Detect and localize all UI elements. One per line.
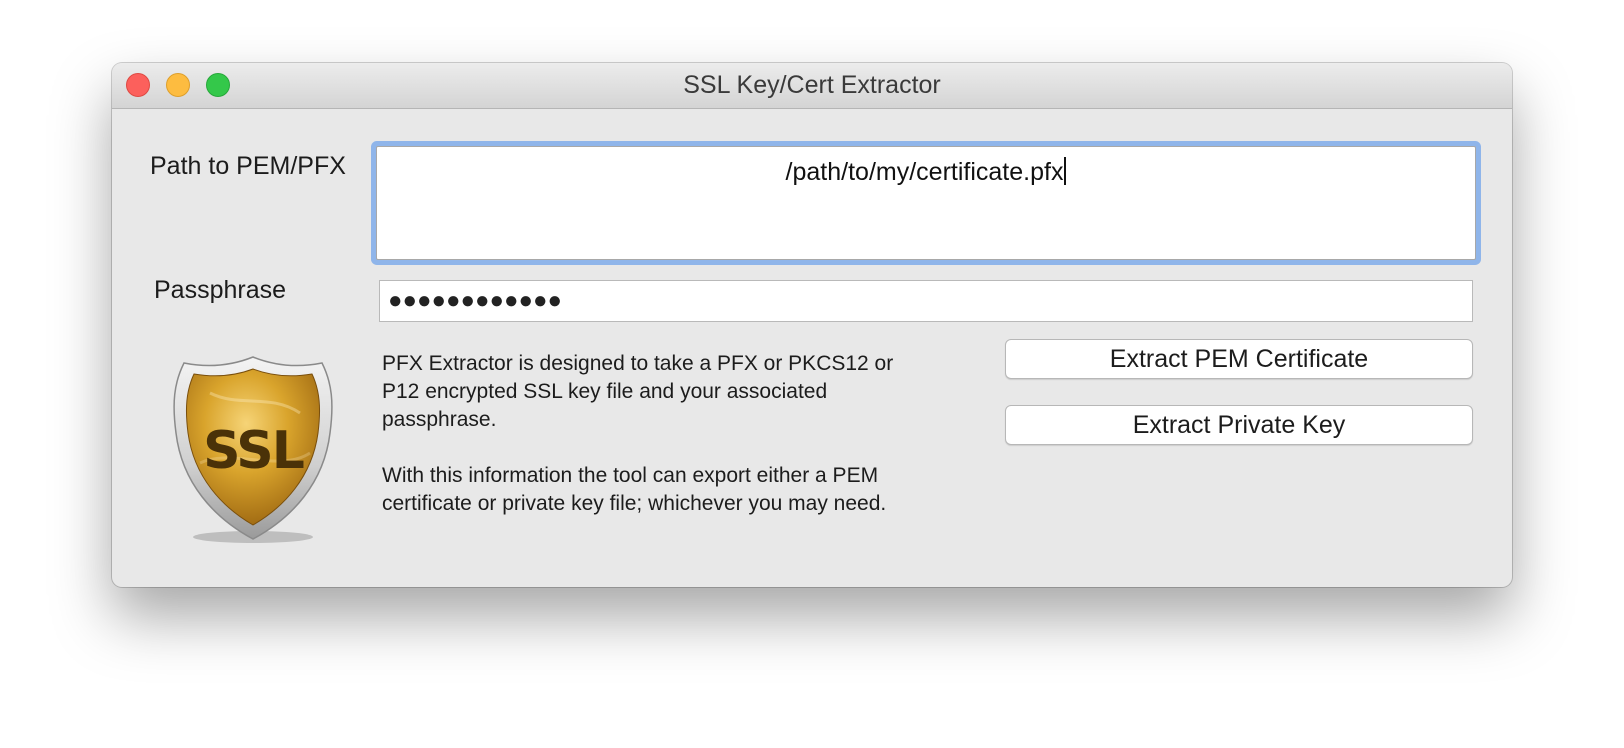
- description-paragraph-2: With this information the tool can expor…: [382, 464, 887, 515]
- description-paragraph-1: PFX Extractor is designed to take a PFX …: [382, 352, 894, 431]
- title-bar[interactable]: SSL Key/Cert Extractor: [112, 63, 1512, 109]
- passphrase-masked-value: ●●●●●●●●●●●●: [388, 287, 562, 314]
- window-title: SSL Key/Cert Extractor: [683, 71, 941, 99]
- extract-pem-certificate-button[interactable]: Extract PEM Certificate: [1005, 339, 1473, 379]
- app-window: SSL Key/Cert Extractor Path to PEM/PFX /…: [112, 63, 1512, 587]
- text-caret: [1064, 157, 1067, 185]
- path-input-value: /path/to/my/certificate.pfx: [377, 157, 1475, 187]
- path-label: Path to PEM/PFX: [150, 152, 346, 180]
- path-input[interactable]: /path/to/my/certificate.pfx: [376, 146, 1476, 260]
- description-text: PFX Extractor is designed to take a PFX …: [382, 350, 922, 518]
- ssl-shield-icon: SSL: [170, 353, 336, 543]
- ssl-shield-text: SSL: [203, 421, 305, 481]
- extract-private-key-button[interactable]: Extract Private Key: [1005, 405, 1473, 445]
- passphrase-input[interactable]: ●●●●●●●●●●●●: [379, 280, 1473, 322]
- passphrase-label: Passphrase: [154, 276, 287, 304]
